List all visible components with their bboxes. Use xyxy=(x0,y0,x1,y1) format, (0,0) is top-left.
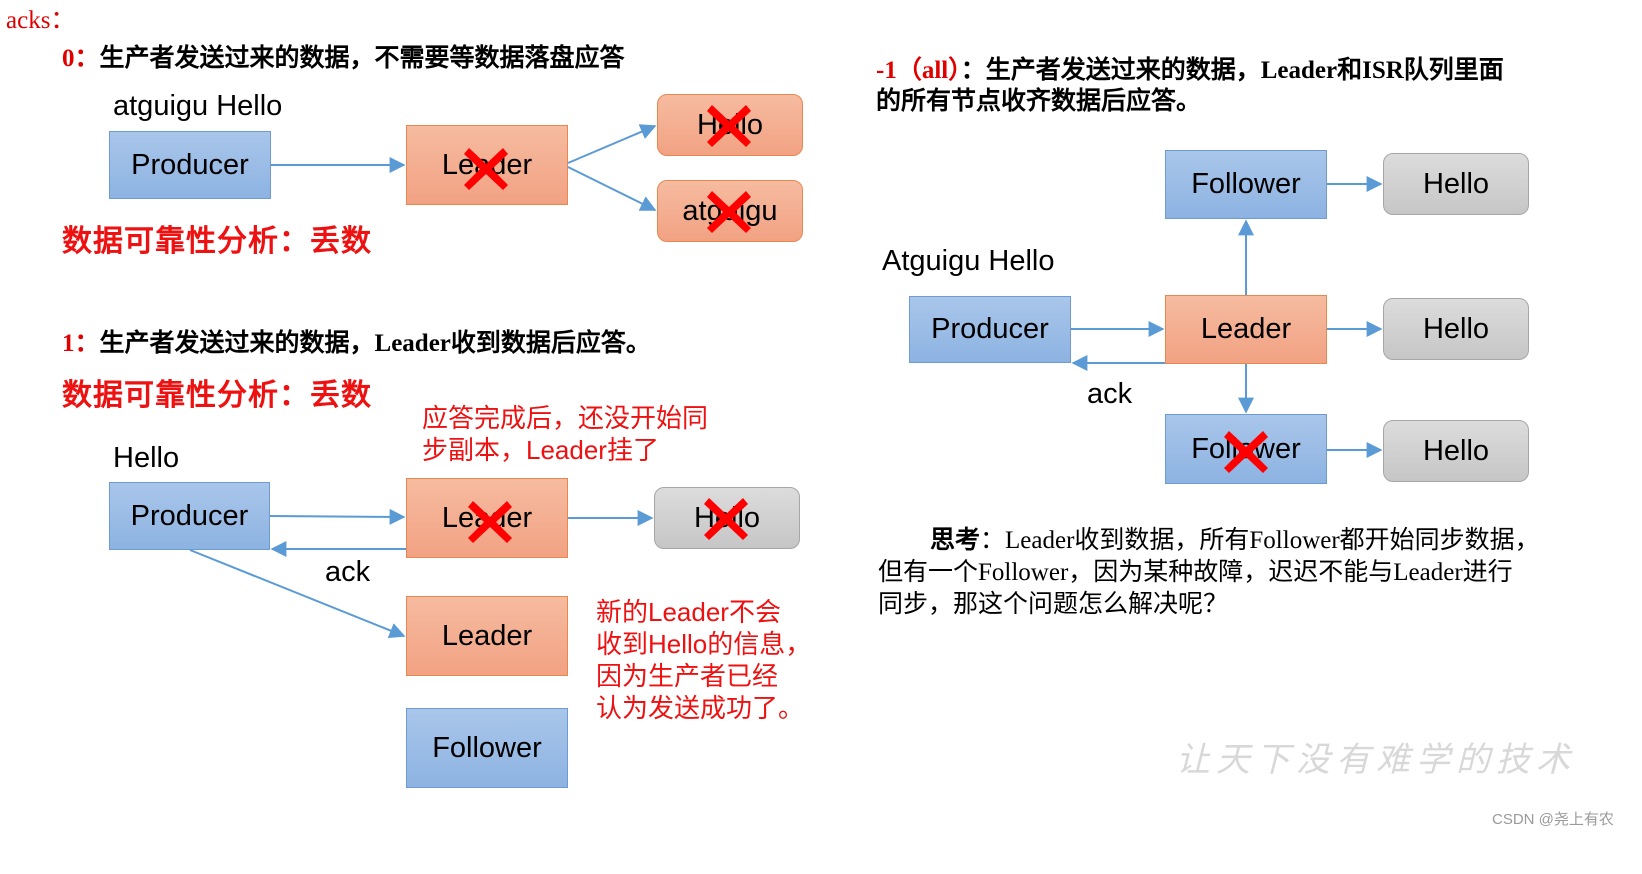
arrow-producer-to-new-leader xyxy=(189,549,406,639)
thinking-label: 思考 xyxy=(930,527,981,554)
section-all-leader-box: Leader xyxy=(1165,295,1327,364)
csdn-credit: CSDN @尧上有农 xyxy=(1492,811,1614,828)
follower-label: Follower xyxy=(1191,168,1301,200)
section1-producer-box: Producer xyxy=(109,482,270,550)
section0-text: 生产者发送过来的数据，不需要等数据落盘应答 xyxy=(99,45,625,72)
failure-x-icon xyxy=(704,498,748,540)
failure-x-icon xyxy=(707,105,751,147)
watermark-text: 让天下没有难学的技术 xyxy=(1176,740,1576,780)
section0-replica-top: Hello xyxy=(657,94,803,156)
thinking-line3: 同步，那这个问题怎么解决呢？ xyxy=(878,591,1229,618)
section1-title: 1：生产者发送过来的数据，Leader收到数据后应答。 xyxy=(62,323,651,359)
section1-new-leader-box: Leader xyxy=(406,596,568,676)
section-all-replica-bottom: Hello xyxy=(1383,420,1529,482)
note-line: 认为发送成功了。 xyxy=(596,693,805,723)
section0-producer-box: Producer xyxy=(109,131,271,199)
producer-label: Producer xyxy=(931,313,1049,345)
failure-x-icon xyxy=(468,501,512,543)
section1-note-bottom: 新的Leader不会 收到Hello的信息， 因为生产者已经 认为发送成功了。 xyxy=(596,596,811,724)
replica-label: Hello xyxy=(1422,434,1490,467)
section-all-follower-bottom: Follower xyxy=(1165,414,1327,484)
follower-label: Follower xyxy=(432,731,542,764)
section-all-ack-label: ack xyxy=(1087,378,1133,410)
note-line: 收到Hello的信息， xyxy=(596,629,812,659)
section0-title: 0：生产者发送过来的数据，不需要等数据落盘应答 xyxy=(62,38,625,74)
replica-label: Hello xyxy=(1422,312,1490,345)
leader-label: Leader xyxy=(1200,313,1292,345)
thinking-line1-text: ：Leader收到数据，所有Follower都开始同步数据， xyxy=(980,527,1540,554)
failure-x-icon xyxy=(1224,431,1268,473)
note-line: 因为生产者已经 xyxy=(596,661,779,691)
note-line: 应答完成后，还没开始同 xyxy=(422,403,709,433)
section0-leader-box: Leader xyxy=(406,125,568,205)
section0-prefix: 0： xyxy=(62,45,100,72)
failure-x-icon xyxy=(707,191,751,233)
section0-replica-bottom: atguigu xyxy=(657,180,803,242)
section1-analysis: 数据可靠性分析：丢数 xyxy=(62,379,372,412)
section1-data-label: Hello xyxy=(113,442,180,474)
section-all-prefix: -1（all） xyxy=(876,57,961,84)
section-all-data-label: Atguigu Hello xyxy=(882,245,1055,277)
section-all-replica-top: Hello xyxy=(1383,153,1529,215)
thinking-line2: 但有一个Follower，因为某种故障，迟迟不能与Leader进行 xyxy=(878,559,1513,586)
leader-label: Leader xyxy=(441,619,533,652)
arrow-leader-to-replica-bottom xyxy=(567,166,657,211)
section-all-follower-top: Follower xyxy=(1165,150,1327,219)
section1-note-top: 应答完成后，还没开始同 步副本，Leader挂了 xyxy=(422,402,708,466)
section-all-producer-box: Producer xyxy=(909,296,1071,363)
section1-prefix: 1： xyxy=(62,330,100,357)
arrow-leader-to-replica-top xyxy=(567,124,657,164)
section1-follower-box: Follower xyxy=(406,708,568,788)
section-all-text-line1: ：生产者发送过来的数据，Leader和ISR队列里面 xyxy=(960,57,1504,84)
note-line: 新的Leader不会 xyxy=(596,597,781,627)
section1-failed-leader-box: Leader xyxy=(406,478,568,558)
section-all-replica-mid: Hello xyxy=(1383,298,1529,360)
section1-ack-label: ack xyxy=(325,556,371,588)
section1-replica: Hello xyxy=(654,487,800,549)
thinking-line1: 思考：Leader收到数据，所有Follower都开始同步数据， xyxy=(878,525,1578,557)
section1-text: 生产者发送过来的数据，Leader收到数据后应答。 xyxy=(99,330,651,357)
replica-label: Hello xyxy=(1422,167,1490,200)
producer-label: Producer xyxy=(130,499,249,532)
section0-data-label: atguigu Hello xyxy=(113,90,283,122)
note-line: 步副本，Leader挂了 xyxy=(422,435,659,465)
failure-x-icon xyxy=(464,148,508,190)
section0-analysis: 数据可靠性分析：丢数 xyxy=(62,225,372,258)
thinking-paragraph: 思考：Leader收到数据，所有Follower都开始同步数据， 但有一个Fol… xyxy=(878,525,1578,621)
acks-heading: acks： xyxy=(6,7,76,34)
producer-label: Producer xyxy=(131,148,249,181)
section-all-text-line2: 的所有节点收齐数据后应答。 xyxy=(876,88,1202,115)
arrow-producer-to-leader xyxy=(269,508,406,525)
